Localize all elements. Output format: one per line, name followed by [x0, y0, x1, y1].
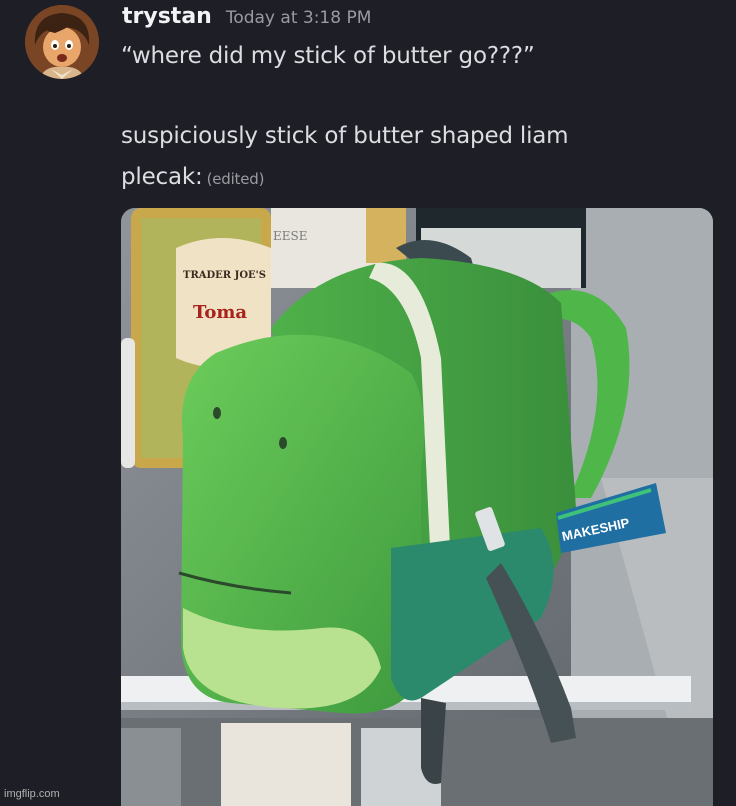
jar-label-partial: Toma: [193, 302, 247, 323]
image-attachment[interactable]: TRADER JOE'S Toma EESE MAKESHIP: [121, 208, 713, 806]
container-label: EESE: [273, 229, 308, 243]
message-header: trystan Today at 3:18 PM: [122, 4, 371, 34]
user-avatar[interactable]: [25, 5, 99, 79]
avatar-portrait-icon: [25, 5, 99, 79]
message-text-line: suspiciously stick of butter shaped liam: [121, 123, 569, 149]
username[interactable]: trystan: [122, 4, 212, 29]
jar-label-brand: TRADER JOE'S: [183, 270, 266, 281]
chat-message: trystan Today at 3:18 PM “where did my s…: [0, 0, 736, 806]
message-text-line: “where did my stick of butter go???”: [121, 43, 535, 69]
message-text-line: plecak: (edited): [121, 164, 264, 190]
message-text-line-content: plecak:: [121, 164, 203, 190]
fridge-photo: TRADER JOE'S Toma EESE MAKESHIP: [121, 208, 713, 806]
edited-label: (edited): [206, 170, 265, 188]
watermark: imgflip.com: [4, 788, 60, 800]
message-timestamp[interactable]: Today at 3:18 PM: [226, 8, 372, 28]
